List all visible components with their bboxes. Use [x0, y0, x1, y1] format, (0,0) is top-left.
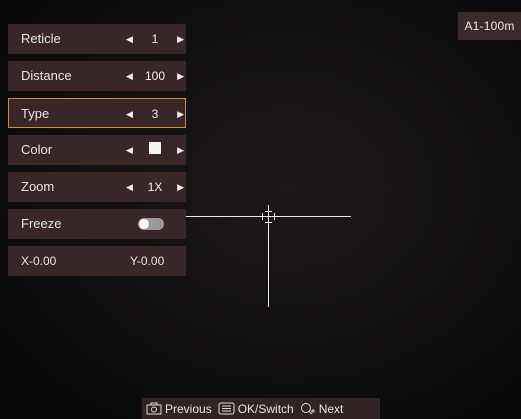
hint-next: Next: [300, 401, 344, 416]
right-arrow-icon[interactable]: ▶: [177, 24, 184, 54]
button-hint-bar: Previous OK/Switch Next: [142, 398, 380, 419]
profile-label: A1-100m: [458, 12, 521, 40]
camera-icon: [146, 402, 162, 415]
right-arrow-icon[interactable]: ▶: [177, 61, 184, 91]
menu-row-freeze[interactable]: Freeze: [8, 209, 186, 239]
right-arrow-icon[interactable]: ▶: [177, 172, 184, 202]
hint-ok-switch: OK/Switch: [218, 402, 294, 416]
menu-row-distance[interactable]: Distance ◀ 100 ▶: [8, 61, 186, 91]
left-arrow-icon[interactable]: ◀: [126, 99, 133, 129]
reticle-tick-right: [274, 213, 275, 220]
hint-next-label: Next: [318, 401, 344, 416]
distance-value: 100: [144, 69, 166, 83]
menu-label-distance: Distance: [21, 68, 72, 83]
menu-label-type: Type: [21, 106, 50, 121]
hint-previous-label: Previous: [165, 401, 212, 416]
left-arrow-icon[interactable]: ◀: [126, 172, 133, 202]
reticle-tick-left: [262, 213, 263, 220]
reticle-tick-bottom: [265, 222, 272, 223]
type-value: 3: [151, 107, 159, 121]
freeze-toggle[interactable]: [138, 218, 164, 230]
zoom-value: 1X: [147, 180, 163, 194]
zoom-icon: [300, 402, 316, 415]
menu-icon: [218, 402, 235, 415]
left-arrow-icon[interactable]: ◀: [126, 135, 133, 165]
x-offset-value: X-0.00: [21, 254, 57, 268]
left-arrow-icon[interactable]: ◀: [126, 24, 133, 54]
menu-row-color[interactable]: Color ◀ ▶: [8, 135, 186, 165]
menu-row-reticle[interactable]: Reticle ◀ 1 ▶: [8, 24, 186, 54]
reticle-tick-top: [265, 211, 272, 212]
menu-label-freeze: Freeze: [21, 216, 62, 231]
reticle-vertical-line: [268, 205, 269, 307]
menu-row-zoom[interactable]: Zoom ◀ 1X ▶: [8, 172, 186, 202]
y-offset-value: Y-0.00: [130, 254, 165, 268]
menu-label-reticle: Reticle: [21, 31, 61, 46]
menu-row-type[interactable]: Type ◀ 3 ▶: [8, 98, 186, 128]
right-arrow-icon[interactable]: ▶: [177, 99, 184, 129]
right-arrow-icon[interactable]: ▶: [177, 135, 184, 165]
menu-label-color: Color: [21, 142, 53, 157]
hint-previous: Previous: [146, 402, 212, 416]
reticle-value: 1: [151, 32, 159, 46]
menu-row-offset: X-0.00 Y-0.00: [8, 246, 186, 276]
toggle-knob: [139, 219, 149, 229]
left-arrow-icon[interactable]: ◀: [126, 61, 133, 91]
color-swatch: [149, 142, 161, 154]
menu-label-zoom: Zoom: [21, 179, 55, 194]
hint-ok-switch-label: OK/Switch: [237, 401, 294, 416]
